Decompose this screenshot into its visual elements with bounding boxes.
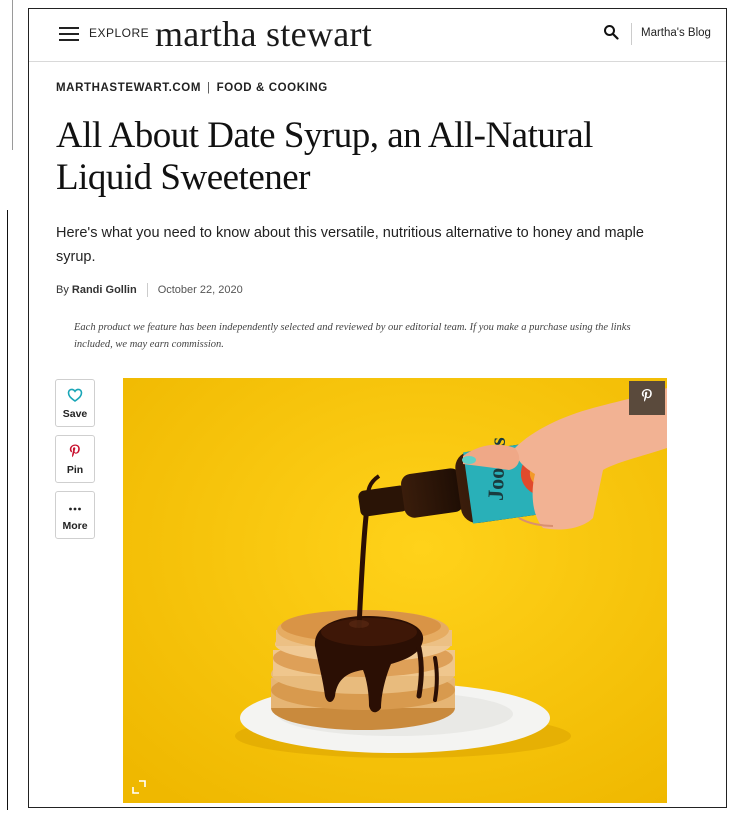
heart-icon [67, 388, 83, 402]
breadcrumb-site[interactable]: MARTHASTEWART.COM [56, 82, 201, 94]
more-label: More [62, 520, 88, 532]
browser-viewport: EXPLORE martha stewart Martha's Blog MAR… [28, 8, 727, 808]
search-icon[interactable] [603, 24, 619, 40]
more-button[interactable]: More [55, 491, 95, 539]
site-header: EXPLORE martha stewart Martha's Blog [29, 9, 726, 62]
byline-divider [146, 283, 148, 297]
save-label: Save [62, 408, 88, 420]
pin-label: Pin [66, 464, 84, 476]
marthas-blog-link[interactable]: Martha's Blog [641, 27, 711, 39]
left-edge-rule [12, 0, 13, 150]
image-pin-button[interactable] [629, 381, 665, 415]
pin-button[interactable]: Pin [55, 435, 95, 483]
header-divider [631, 23, 632, 45]
left-edge-rule-lower [7, 210, 8, 810]
breadcrumb-separator: | [207, 82, 211, 94]
article-title: All About Date Syrup, an All-Natural Liq… [56, 115, 593, 198]
article-dek: Here's what you need to know about this … [56, 225, 644, 265]
pinterest-icon [641, 389, 652, 402]
explore-button[interactable]: EXPLORE [89, 26, 149, 40]
breadcrumb: MARTHASTEWART.COM | FOOD & COOKING [56, 82, 328, 94]
pinterest-icon [69, 444, 80, 458]
site-logo[interactable]: martha stewart [155, 13, 372, 55]
breadcrumb-section[interactable]: FOOD & COOKING [217, 82, 328, 94]
save-button[interactable]: Save [55, 379, 95, 427]
author-link[interactable]: Randi Gollin [72, 284, 137, 296]
hero-illustration: Joolies [123, 378, 667, 803]
byline: By Randi Gollin October 22, 2020 [56, 283, 243, 297]
hamburger-menu-icon[interactable] [59, 27, 79, 41]
publish-date: October 22, 2020 [157, 283, 243, 296]
byline-prefix: By [56, 283, 69, 296]
hero-image: Joolies [123, 378, 667, 803]
affiliate-disclaimer: Each product we feature has been indepen… [74, 322, 631, 350]
expand-icon[interactable] [129, 777, 149, 797]
more-dots-icon [69, 507, 81, 511]
